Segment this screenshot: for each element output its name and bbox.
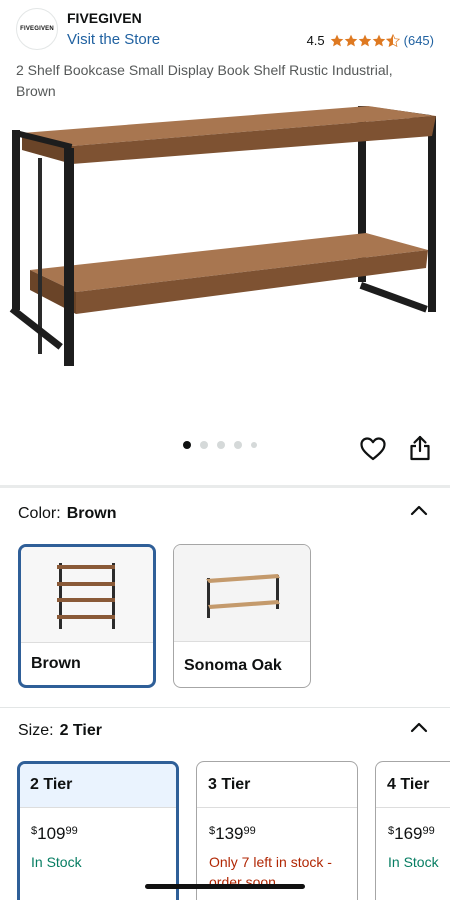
color-section-label: Color: Brown	[18, 505, 116, 523]
visit-store-link[interactable]: Visit the Store	[67, 31, 160, 48]
size-option-name: 4 Tier	[376, 762, 450, 808]
star-icon	[330, 34, 343, 47]
price-whole: 109	[37, 824, 66, 843]
carousel-dot[interactable]	[200, 441, 208, 449]
color-option-sonoma-oak[interactable]: Sonoma Oak	[173, 544, 311, 688]
store-header: FIVEGIVEN FIVEGIVEN Visit the Store 4.5 …	[0, 0, 450, 60]
carousel-dot[interactable]	[217, 441, 225, 449]
size-option-name: 2 Tier	[20, 764, 176, 808]
chevron-up-icon[interactable]	[410, 504, 428, 516]
price-currency: $	[31, 825, 38, 837]
star-rating	[330, 34, 400, 47]
color-thumbnail	[174, 545, 310, 642]
share-icon[interactable]	[408, 434, 432, 462]
size-option-price: $13999	[209, 824, 256, 844]
section-divider	[0, 707, 450, 708]
color-thumbnail	[21, 547, 153, 643]
carousel-dot[interactable]	[251, 442, 257, 448]
carousel-dot[interactable]	[234, 441, 242, 449]
brand-name: FIVEGIVEN	[67, 10, 142, 26]
store-logo[interactable]: FIVEGIVEN	[16, 8, 58, 50]
color-label: Color:	[18, 505, 61, 522]
rating-value: 4.5	[306, 33, 325, 48]
star-icon	[358, 34, 371, 47]
size-option-price: $10999	[31, 824, 78, 844]
section-divider	[0, 485, 450, 488]
price-fraction: 99	[243, 825, 256, 837]
color-option-name: Sonoma Oak	[184, 657, 282, 674]
chevron-up-icon[interactable]	[410, 721, 428, 733]
price-currency: $	[209, 825, 216, 837]
home-indicator[interactable]	[145, 884, 305, 889]
star-icon	[372, 34, 385, 47]
image-carousel-dots[interactable]	[183, 441, 257, 449]
heart-icon[interactable]	[360, 436, 386, 462]
price-currency: $	[388, 825, 395, 837]
size-option-3-tier[interactable]: 3 Tier $13999 Only 7 left in stock - ord…	[196, 761, 358, 900]
review-count[interactable]: (645)	[404, 33, 434, 48]
size-section-label: Size: 2 Tier	[18, 722, 102, 740]
size-option-name: 3 Tier	[197, 762, 357, 808]
price-whole: 169	[394, 824, 423, 843]
stock-status: In Stock	[31, 854, 82, 870]
product-title: 2 Shelf Bookcase Small Display Book Shel…	[16, 62, 393, 99]
half-star-icon	[385, 34, 400, 47]
size-option-price: $16999	[388, 824, 435, 844]
price-whole: 139	[215, 824, 244, 843]
size-label: Size:	[18, 722, 54, 739]
size-selected-value: 2 Tier	[59, 722, 102, 739]
rating-summary[interactable]: 4.5 (645)	[307, 33, 434, 48]
product-image[interactable]	[0, 100, 450, 420]
price-fraction: 99	[422, 825, 435, 837]
carousel-dot[interactable]	[183, 441, 191, 449]
store-logo-text: FIVEGIVEN	[20, 26, 54, 32]
price-fraction: 99	[65, 825, 78, 837]
size-option-2-tier[interactable]: 2 Tier $10999 In Stock	[17, 761, 179, 900]
stock-status: In Stock	[388, 854, 439, 870]
star-icon	[344, 34, 357, 47]
color-option-name: Brown	[31, 655, 81, 672]
color-option-brown[interactable]: Brown	[18, 544, 156, 688]
color-selected-value: Brown	[66, 505, 117, 522]
size-option-4-tier[interactable]: 4 Tier $16999 In Stock	[375, 761, 450, 900]
